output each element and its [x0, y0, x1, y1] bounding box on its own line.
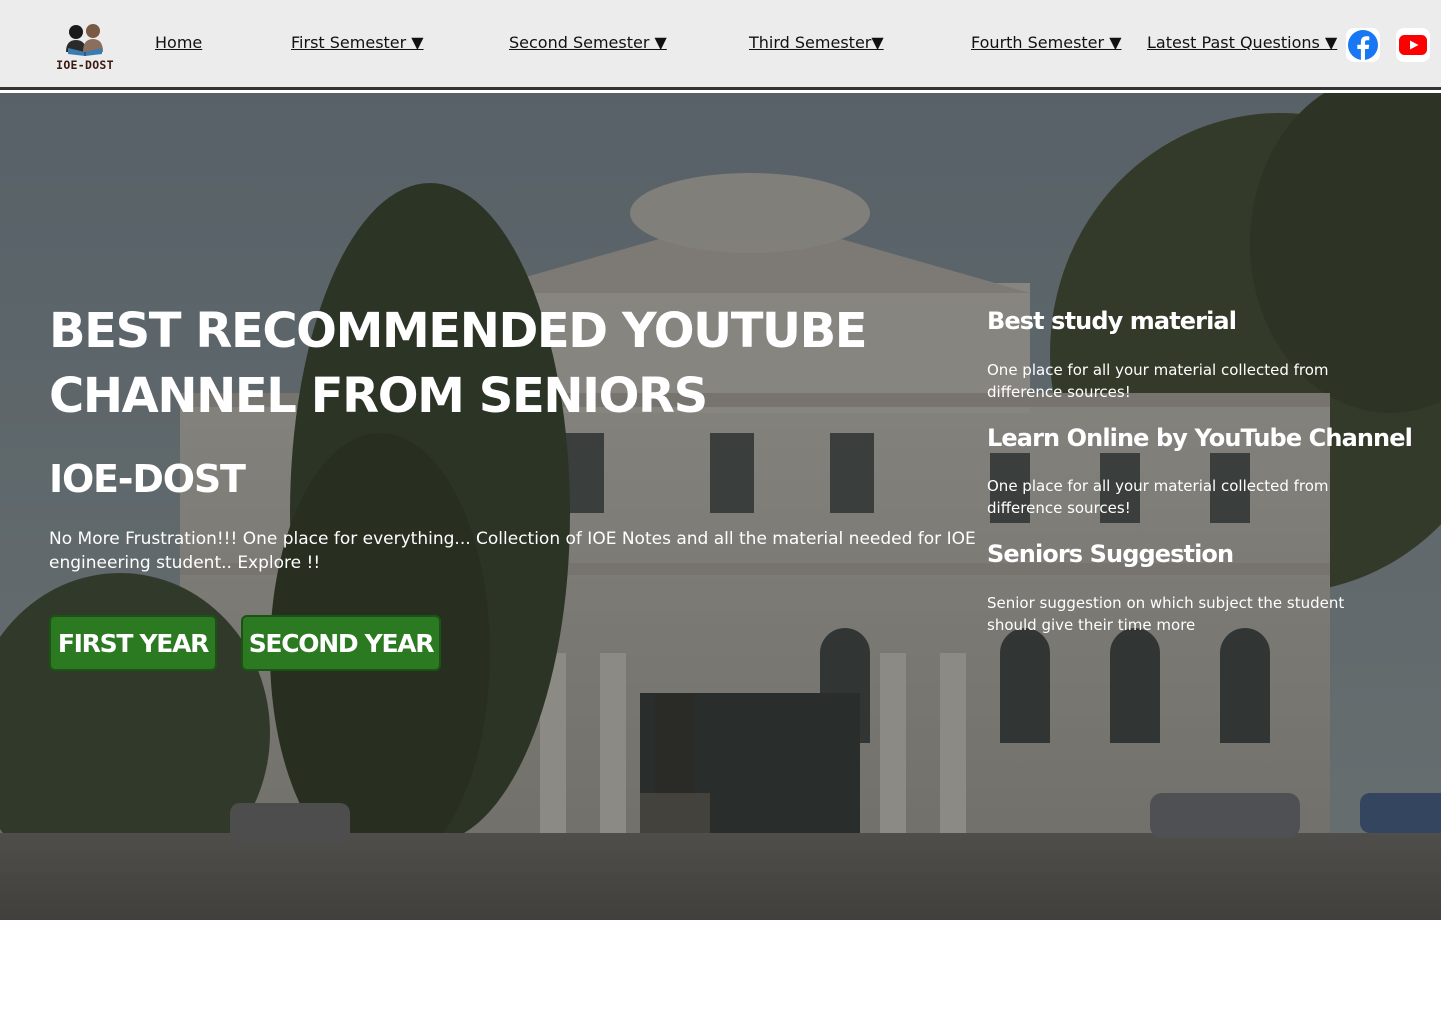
nav-second-semester[interactable]: Second Semester ▼	[509, 33, 667, 52]
nav-latest-past-questions[interactable]: Latest Past Questions ▼	[1147, 33, 1337, 52]
youtube-link[interactable]	[1396, 28, 1430, 62]
feature-best-study-material: Best study material	[987, 307, 1387, 335]
first-year-button[interactable]: FIRST YEAR	[49, 615, 217, 671]
feature-seniors-suggestion: Seniors Suggestion	[987, 540, 1387, 568]
youtube-icon	[1399, 35, 1427, 55]
feature-text: Senior suggestion on which subject the s…	[987, 594, 1345, 634]
feature-text: One place for all your material collecte…	[987, 477, 1329, 517]
feature-text: One place for all your material collecte…	[987, 361, 1329, 401]
hero-title-line-2: CHANNEL FROM SENIORS	[49, 368, 708, 424]
facebook-link[interactable]	[1346, 28, 1380, 62]
feature-heading: Learn Online by YouTube Channel	[987, 424, 1413, 452]
hero-title: BEST RECOMMENDED YOUTUBE CHANNEL FROM SE…	[49, 299, 949, 429]
hero-section: BEST RECOMMENDED YOUTUBE CHANNEL FROM SE…	[0, 93, 1441, 920]
feature-heading: Seniors Suggestion	[987, 540, 1234, 568]
nav-first-semester[interactable]: First Semester ▼	[291, 33, 424, 52]
facebook-icon	[1348, 30, 1378, 60]
top-navbar: IOE-DOST Home First Semester ▼ Second Se…	[0, 0, 1441, 90]
feature-learn-online-text: One place for all your material collecte…	[987, 475, 1387, 519]
logo-figures-icon	[66, 24, 103, 56]
feature-seniors-suggestion-text: Senior suggestion on which subject the s…	[987, 592, 1387, 636]
nav-home[interactable]: Home	[155, 33, 202, 52]
hero-brand: IOE-DOST	[49, 457, 246, 501]
second-year-button[interactable]: SECOND YEAR	[241, 615, 441, 671]
nav-third-semester[interactable]: Third Semester▼	[749, 33, 884, 52]
site-logo[interactable]: IOE-DOST	[48, 22, 122, 74]
feature-best-study-material-text: One place for all your material collecte…	[987, 359, 1387, 403]
hero-description: No More Frustration!!! One place for eve…	[49, 529, 976, 573]
feature-heading: Best study material	[987, 307, 1237, 335]
feature-learn-online: Learn Online by YouTube Channel	[987, 424, 1413, 452]
nav-fourth-semester[interactable]: Fourth Semester ▼	[971, 33, 1122, 52]
hero-title-line-1: BEST RECOMMENDED YOUTUBE	[49, 303, 868, 359]
logo-text: IOE-DOST	[56, 58, 114, 72]
